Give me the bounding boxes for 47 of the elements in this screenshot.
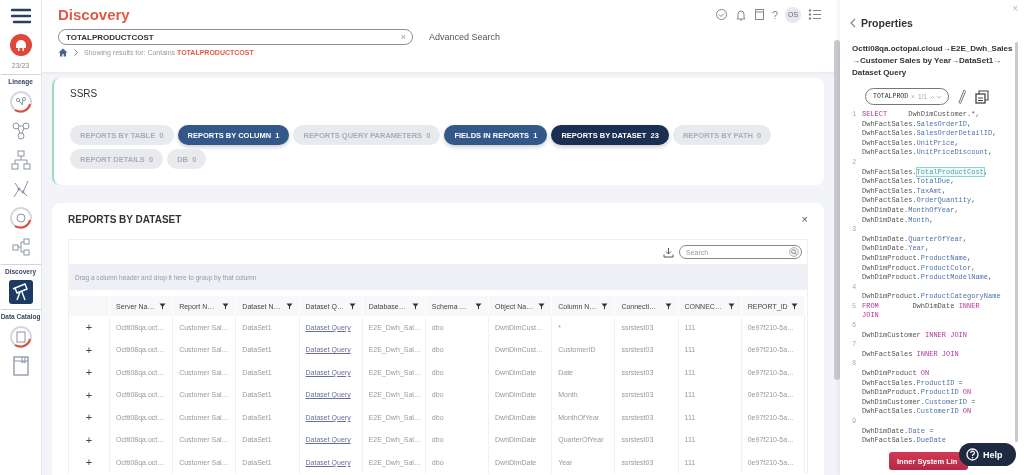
filter-icon[interactable] xyxy=(348,302,356,310)
help-button[interactable]: Help xyxy=(959,443,1016,466)
filter-icon[interactable] xyxy=(664,302,672,310)
scrollbar[interactable] xyxy=(834,40,840,380)
bell-icon[interactable] xyxy=(734,8,747,21)
page-title: Discovery xyxy=(58,6,130,23)
scrollbar[interactable] xyxy=(1015,42,1018,442)
home-icon[interactable] xyxy=(58,48,68,57)
back-icon[interactable] xyxy=(850,18,856,28)
panel-title: REPORTS BY DATASET xyxy=(68,213,182,225)
chevron-right-icon xyxy=(74,49,78,56)
ring-icon[interactable] xyxy=(8,206,33,230)
expand-button[interactable]: + xyxy=(69,361,110,384)
advanced-search-link[interactable]: Advanced Search xyxy=(429,32,501,42)
expand-button[interactable]: + xyxy=(69,316,110,339)
expand-button[interactable]: + xyxy=(69,406,110,429)
telescope-icon[interactable] xyxy=(8,280,33,304)
expand-button[interactable]: + xyxy=(69,451,110,474)
download-icon[interactable] xyxy=(663,246,674,258)
filter-icon[interactable] xyxy=(475,302,483,310)
expand-button[interactable]: + xyxy=(69,428,110,451)
expand-button[interactable]: + xyxy=(69,338,110,361)
close-button[interactable]: × xyxy=(801,213,808,225)
section-title: SSRS xyxy=(70,88,99,99)
panel-title: Properties xyxy=(861,17,913,29)
search-icon[interactable] xyxy=(789,247,799,257)
filter-icon[interactable] xyxy=(601,302,609,310)
filter-icon[interactable] xyxy=(411,302,419,310)
copy-icon[interactable] xyxy=(975,89,989,104)
note-icon[interactable] xyxy=(753,8,765,21)
filter-icon[interactable] xyxy=(538,302,546,310)
ring-icon[interactable] xyxy=(8,90,33,114)
filter-icon[interactable] xyxy=(222,302,230,310)
filter-icon[interactable] xyxy=(159,302,167,310)
filter-icon[interactable] xyxy=(285,302,293,310)
logo-icon[interactable] xyxy=(8,33,33,57)
help-link[interactable]: ? xyxy=(771,8,778,21)
filter-icon[interactable] xyxy=(791,302,798,310)
ring-icon[interactable] xyxy=(8,325,33,349)
hierarchy-icon[interactable] xyxy=(8,148,33,172)
filter-icon[interactable] xyxy=(727,302,735,310)
pen-icon[interactable] xyxy=(958,88,966,105)
question-icon xyxy=(966,448,979,461)
clock-check-icon[interactable] xyxy=(714,8,728,21)
expand-button[interactable]: + xyxy=(69,383,110,406)
list-icon[interactable] xyxy=(808,8,822,21)
object-path: Octti08qa.octopai.cloud→E2E_Dwh_Sales →Customer Sales by Year→DataSet1→ Dataset Query xyxy=(852,43,1014,79)
